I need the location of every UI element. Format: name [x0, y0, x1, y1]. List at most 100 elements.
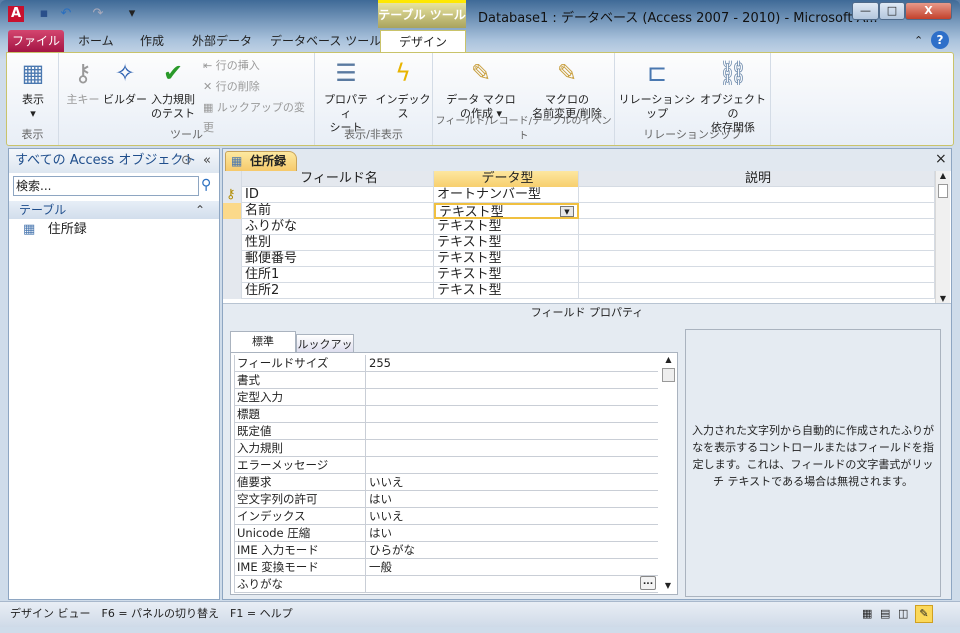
- collapse-group-icon[interactable]: ⌃: [195, 201, 205, 219]
- tab-database-tools[interactable]: データベース ツール: [260, 30, 391, 52]
- property-row[interactable]: ふりがな: [234, 576, 658, 593]
- insert-rows-button[interactable]: ⇤ 行の挿入: [203, 56, 260, 76]
- test-validation-button[interactable]: ✔ 入力規則 のテスト: [147, 57, 199, 121]
- field-name-cell[interactable]: ふりがな: [242, 219, 434, 235]
- pivot-chart-icon[interactable]: ◫: [898, 602, 908, 626]
- chevron-down-icon[interactable]: ▼: [560, 206, 574, 217]
- row-selector[interactable]: [223, 283, 242, 299]
- search-icon[interactable]: ⚲: [201, 177, 211, 193]
- redo-icon[interactable]: ↷: [90, 6, 106, 22]
- property-row[interactable]: 書式: [234, 372, 658, 389]
- design-view-icon[interactable]: ✎: [915, 605, 933, 623]
- tab-create[interactable]: 作成: [130, 30, 174, 52]
- row-selector[interactable]: [223, 219, 242, 235]
- search-input[interactable]: 検索...: [13, 176, 199, 196]
- property-row[interactable]: IME 入力モード ひらがな: [234, 542, 658, 559]
- builder-button[interactable]: ✧ ビルダー: [103, 57, 147, 107]
- table-row[interactable]: 名前 テキスト型 ▼: [223, 203, 935, 219]
- maximize-button[interactable]: □: [879, 2, 905, 20]
- property-row[interactable]: 入力規則: [234, 440, 658, 457]
- column-header-field-name[interactable]: フィールド名: [242, 171, 434, 187]
- property-row[interactable]: 値要求 いいえ: [234, 474, 658, 491]
- field-name-cell[interactable]: 郵便番号: [242, 251, 434, 267]
- table-row[interactable]: 郵便番号 テキスト型: [223, 251, 935, 267]
- description-cell[interactable]: [579, 203, 935, 219]
- data-type-cell[interactable]: テキスト型: [434, 235, 579, 251]
- builder-ellipsis-button[interactable]: ...: [640, 576, 656, 590]
- table-row[interactable]: ふりがな テキスト型: [223, 219, 935, 235]
- collapse-ribbon-icon[interactable]: ⌃: [914, 34, 923, 47]
- property-row[interactable]: エラーメッセージ: [234, 457, 658, 474]
- description-cell[interactable]: [579, 187, 935, 203]
- tab-general[interactable]: 標準: [230, 331, 296, 353]
- field-name-cell[interactable]: 住所2: [242, 283, 434, 299]
- nav-group-tables[interactable]: テーブル ⌃: [9, 201, 219, 219]
- primary-key-button[interactable]: ⚷ 主キー: [63, 57, 103, 107]
- undo-icon[interactable]: ↶: [58, 6, 74, 22]
- nav-item-table[interactable]: ▦ 住所録: [23, 221, 87, 239]
- description-cell[interactable]: [579, 283, 935, 299]
- property-row[interactable]: IME 変換モード 一般: [234, 559, 658, 576]
- field-name-cell[interactable]: 性別: [242, 235, 434, 251]
- customize-icon[interactable]: ▾: [124, 6, 140, 22]
- property-value[interactable]: 一般: [367, 559, 657, 575]
- description-cell[interactable]: [579, 235, 935, 251]
- table-row[interactable]: 住所1 テキスト型: [223, 267, 935, 283]
- data-type-cell[interactable]: テキスト型: [434, 219, 579, 235]
- help-icon[interactable]: ?: [931, 31, 949, 49]
- primary-key-icon[interactable]: ⚷: [223, 187, 242, 203]
- row-selector[interactable]: [223, 251, 242, 267]
- property-value[interactable]: 255: [367, 355, 657, 371]
- datasheet-view-icon[interactable]: ▦: [862, 602, 872, 626]
- property-row[interactable]: 標題: [234, 406, 658, 423]
- grid-scrollbar[interactable]: ▲ ▼: [935, 171, 950, 303]
- minimize-button[interactable]: —: [852, 2, 879, 20]
- tab-lookup[interactable]: ルックアップ: [296, 334, 354, 371]
- indexes-button[interactable]: ϟ インデックス: [375, 57, 431, 121]
- property-scrollbar[interactable]: ▲ ▼: [661, 355, 676, 592]
- nav-menu-icon[interactable]: ⊙: [181, 149, 192, 173]
- relationships-button[interactable]: ⊏ リレーションシップ: [617, 57, 697, 121]
- field-name-cell[interactable]: 住所1: [242, 267, 434, 283]
- access-app-icon[interactable]: A: [8, 6, 24, 22]
- field-name-cell[interactable]: 名前: [242, 203, 434, 219]
- save-icon[interactable]: ▪: [36, 6, 52, 22]
- field-name-cell[interactable]: ID: [242, 187, 434, 203]
- property-sheet-button[interactable]: ☰ プロパティ シート: [319, 57, 373, 135]
- modify-lookups-button[interactable]: ▦ ルックアップの変更: [203, 98, 314, 134]
- column-header-data-type[interactable]: データ型: [434, 171, 579, 187]
- close-button[interactable]: X: [905, 2, 952, 20]
- data-type-cell[interactable]: オートナンバー型: [434, 187, 579, 203]
- row-selector[interactable]: [223, 267, 242, 283]
- data-type-cell[interactable]: テキスト型: [434, 283, 579, 299]
- description-cell[interactable]: [579, 251, 935, 267]
- delete-rows-button[interactable]: ✕ 行の削除: [203, 77, 260, 97]
- pivot-table-icon[interactable]: ▤: [880, 602, 890, 626]
- row-selector[interactable]: [223, 203, 242, 219]
- property-row[interactable]: 既定値: [234, 423, 658, 440]
- data-type-cell[interactable]: テキスト型 ▼: [434, 203, 579, 219]
- property-row[interactable]: Unicode 圧縮 はい: [234, 525, 658, 542]
- shutter-bar-icon[interactable]: «: [203, 149, 211, 173]
- description-cell[interactable]: [579, 219, 935, 235]
- view-button[interactable]: ▦ 表示 ▾: [11, 57, 55, 121]
- tab-design[interactable]: デザイン: [380, 30, 466, 52]
- table-row[interactable]: ⚷ ID オートナンバー型: [223, 187, 935, 203]
- tab-home[interactable]: ホーム: [68, 30, 124, 52]
- close-document-icon[interactable]: ×: [935, 151, 947, 167]
- document-tab[interactable]: ▦ 住所録: [225, 151, 297, 171]
- tab-file[interactable]: ファイル: [8, 30, 64, 52]
- property-value[interactable]: ひらがな: [367, 542, 657, 558]
- property-row[interactable]: フィールドサイズ 255: [234, 355, 658, 372]
- data-type-cell[interactable]: テキスト型: [434, 251, 579, 267]
- property-row[interactable]: 空文字列の許可 はい: [234, 491, 658, 508]
- table-row[interactable]: 性別 テキスト型: [223, 235, 935, 251]
- table-row[interactable]: 住所2 テキスト型: [223, 283, 935, 299]
- property-row[interactable]: インデックス いいえ: [234, 508, 658, 525]
- property-value[interactable]: はい: [367, 525, 657, 541]
- data-type-cell[interactable]: テキスト型: [434, 267, 579, 283]
- property-value[interactable]: いいえ: [367, 508, 657, 524]
- property-value[interactable]: はい: [367, 491, 657, 507]
- property-row[interactable]: 定型入力: [234, 389, 658, 406]
- object-dependencies-button[interactable]: ⛓ オブジェクトの 依存関係: [699, 57, 767, 135]
